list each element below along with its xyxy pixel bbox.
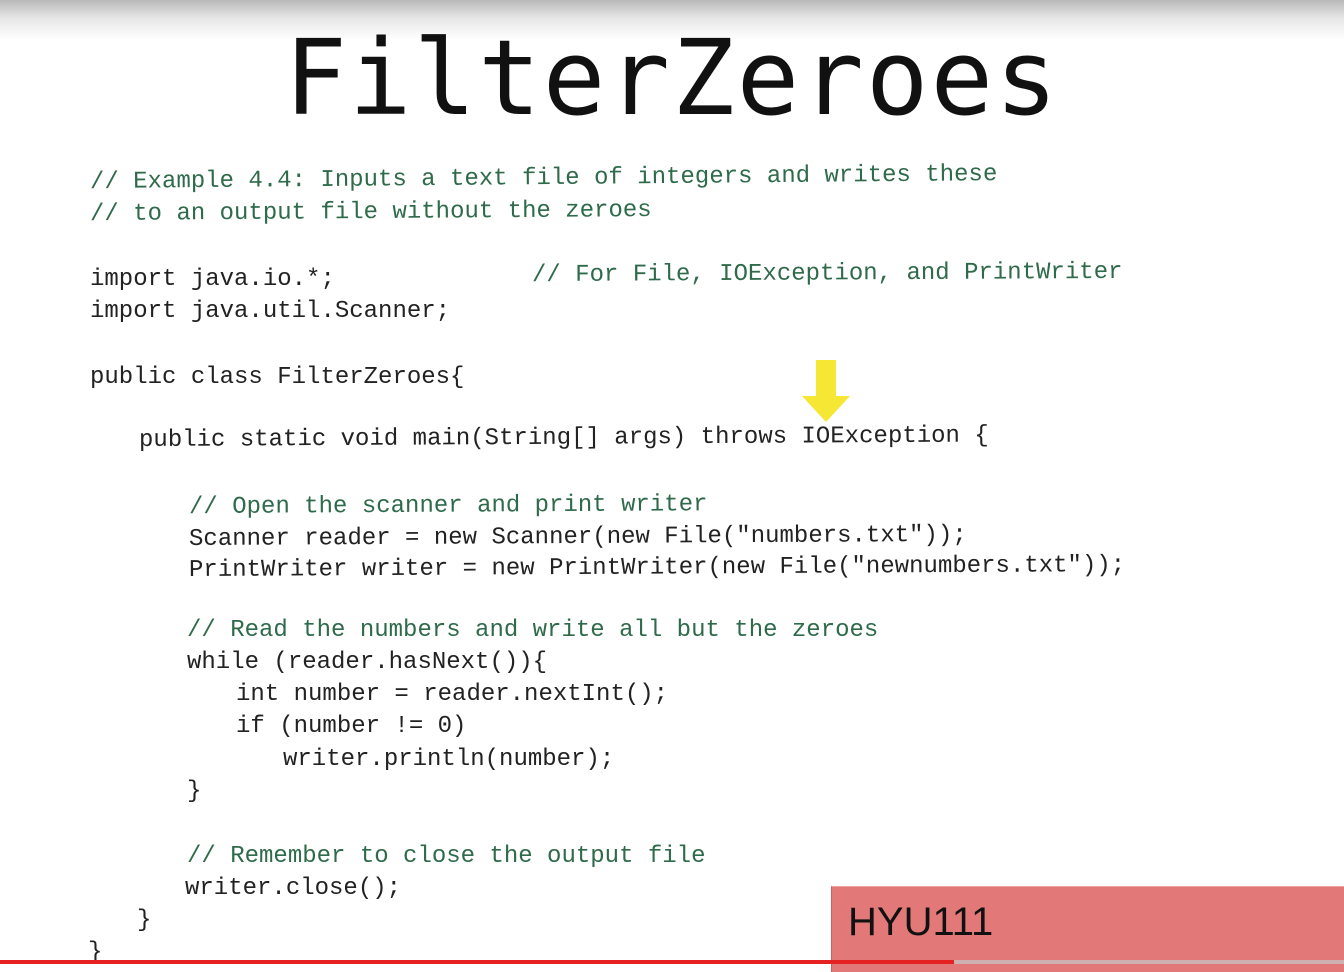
code-line: writer.println(number); xyxy=(283,746,615,773)
code-line: while (reader.hasNext()){ xyxy=(187,649,548,676)
code-line: Scanner reader = new Scanner(new File("n… xyxy=(188,521,967,553)
code-line: public class FilterZeroes{ xyxy=(90,364,465,391)
code-line: int number = reader.nextInt(); xyxy=(236,681,669,708)
video-progress-fill xyxy=(0,960,955,964)
channel-label: HYU111 xyxy=(848,900,994,944)
code-line: public static void main(String[] args) t… xyxy=(138,422,989,454)
code-comment-line: // For File, IOException, and PrintWrite… xyxy=(531,258,1123,289)
down-arrow-icon xyxy=(802,360,850,422)
code-listing: // Example 4.4: Inputs a text file of in… xyxy=(0,0,1344,971)
code-comment-line: // to an output file without the zeroes xyxy=(89,197,652,228)
video-progress-bar[interactable] xyxy=(0,960,1344,964)
code-line: } xyxy=(137,907,152,934)
code-line: import java.util.Scanner; xyxy=(90,298,451,325)
code-comment-line: // Remember to close the output file xyxy=(187,843,706,870)
code-comment-line: // Read the numbers and write all but th… xyxy=(187,617,879,644)
code-line: import java.io.*; xyxy=(90,266,335,293)
code-line: writer.close(); xyxy=(185,875,402,902)
code-line: if (number != 0) xyxy=(236,713,467,740)
code-line: } xyxy=(187,778,202,805)
code-comment-line: // Open the scanner and print writer xyxy=(188,491,708,521)
code-line: PrintWriter writer = new PrintWriter(new… xyxy=(188,552,1126,584)
code-comment-line: // Example 4.4: Inputs a text file of in… xyxy=(89,161,998,196)
